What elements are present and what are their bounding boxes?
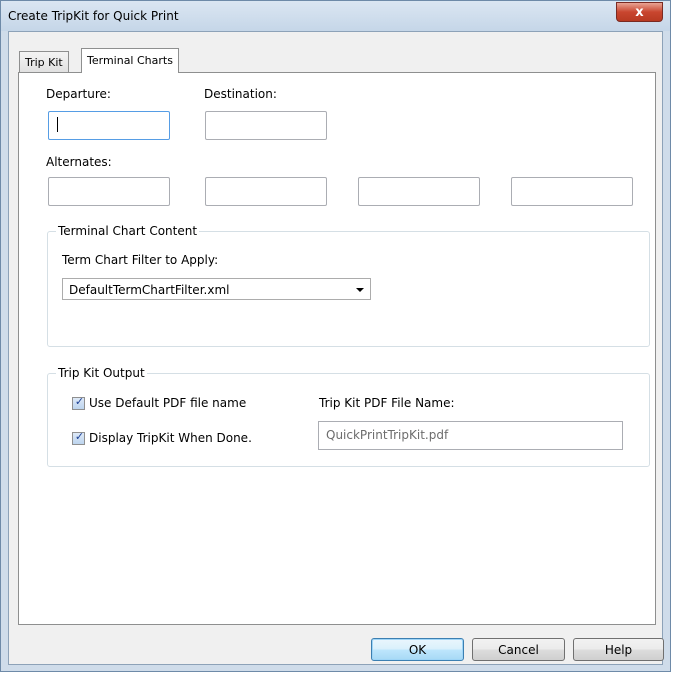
close-icon: x	[635, 4, 644, 20]
term-chart-filter-value: DefaultTermChartFilter.xml	[69, 283, 230, 297]
trip-kit-output-legend: Trip Kit Output	[56, 366, 147, 380]
terminal-charts-panel: Departure: Destination: Alternates: Term…	[18, 72, 656, 625]
ok-button[interactable]: OK	[371, 638, 464, 661]
term-chart-filter-label: Term Chart Filter to Apply:	[62, 253, 219, 267]
chevron-down-icon	[356, 288, 364, 292]
window-title: Create TripKit for Quick Print	[8, 9, 179, 23]
display-tripkit-checkbox[interactable]: ✓	[72, 430, 85, 445]
alternate-1-input[interactable]	[48, 177, 170, 206]
dialog-client: Trip Kit Terminal Charts Departure: Dest…	[8, 31, 664, 665]
departure-label: Departure:	[46, 87, 111, 101]
term-chart-filter-select[interactable]: DefaultTermChartFilter.xml	[62, 278, 371, 300]
alternates-label: Alternates:	[46, 155, 112, 169]
display-tripkit-label[interactable]: Display TripKit When Done.	[89, 431, 252, 445]
dialog-window: Create TripKit for Quick Print x Trip Ki…	[0, 0, 671, 672]
close-button[interactable]: x	[616, 2, 663, 22]
alternate-2-input[interactable]	[205, 177, 327, 206]
trip-kit-output-group: Trip Kit Output ✓ Use Default PDF file n…	[47, 366, 650, 467]
destination-label: Destination:	[204, 87, 277, 101]
terminal-chart-content-group: Terminal Chart Content Term Chart Filter…	[47, 224, 650, 347]
pdf-file-name-label: Trip Kit PDF File Name:	[319, 396, 455, 410]
terminal-chart-content-legend: Terminal Chart Content	[56, 224, 200, 238]
help-button[interactable]: Help	[573, 638, 664, 661]
title-bar[interactable]: Create TripKit for Quick Print x	[1, 1, 670, 31]
destination-input[interactable]	[205, 111, 327, 140]
text-caret	[57, 117, 58, 132]
checkmark-icon: ✓	[74, 395, 85, 408]
departure-input[interactable]	[48, 111, 170, 140]
tab-terminal-charts[interactable]: Terminal Charts	[81, 48, 179, 73]
use-default-pdf-checkbox[interactable]: ✓	[72, 395, 85, 410]
alternate-3-input[interactable]	[358, 177, 480, 206]
use-default-pdf-label[interactable]: Use Default PDF file name	[89, 396, 246, 410]
pdf-file-name-input[interactable]: QuickPrintTripKit.pdf	[318, 421, 623, 450]
tab-trip-kit[interactable]: Trip Kit	[19, 51, 69, 72]
cancel-button[interactable]: Cancel	[472, 638, 565, 661]
checkmark-icon: ✓	[74, 430, 85, 443]
alternate-4-input[interactable]	[511, 177, 633, 206]
